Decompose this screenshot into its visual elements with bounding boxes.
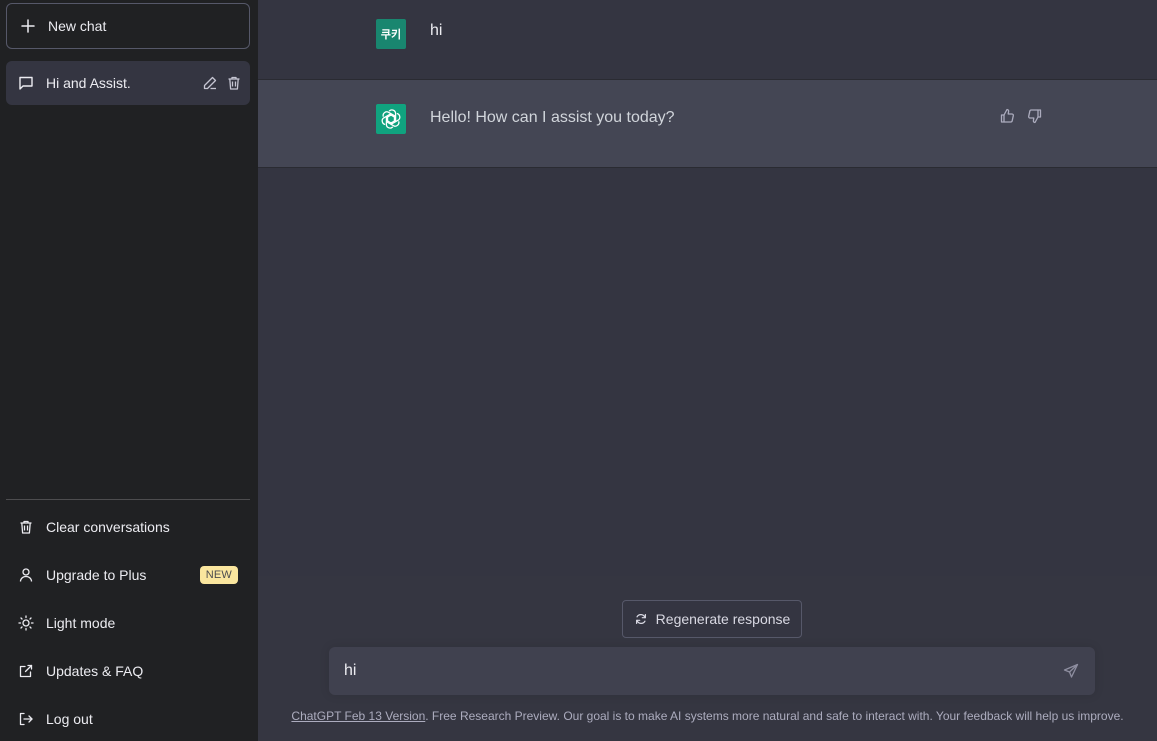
- clear-conversations-label: Clear conversations: [46, 519, 170, 535]
- refresh-icon: [635, 614, 646, 624]
- conversation-item[interactable]: Hi and Assist.: [6, 61, 250, 105]
- thumbs-up-icon[interactable]: [999, 108, 1015, 124]
- footer-disclaimer: ChatGPT Feb 13 Version. Free Research Pr…: [258, 709, 1157, 723]
- user-message-text: hi: [430, 22, 443, 39]
- logout-icon: [19, 712, 33, 726]
- regenerate-response-button[interactable]: Regenerate response: [622, 600, 802, 638]
- footer-text: . Free Research Preview. Our goal is to …: [425, 709, 1124, 723]
- clear-conversations-button[interactable]: Clear conversations: [6, 505, 250, 549]
- sidebar: New chat Hi and Assist. Clear conversati…: [0, 0, 258, 741]
- message-input[interactable]: [344, 660, 1044, 682]
- sun-icon: [18, 615, 34, 631]
- new-badge: NEW: [199, 566, 238, 584]
- new-chat-button[interactable]: New chat: [6, 3, 250, 49]
- regenerate-label: Regenerate response: [655, 611, 791, 627]
- light-mode-button[interactable]: Light mode: [6, 601, 250, 645]
- version-link[interactable]: ChatGPT Feb 13 Version: [291, 709, 425, 723]
- conversation-title: Hi and Assist.: [46, 75, 131, 91]
- user-message-row: 쿠키 hi: [258, 0, 1157, 80]
- send-icon[interactable]: [1063, 663, 1079, 679]
- log-out-label: Log out: [46, 711, 93, 727]
- plus-icon: [21, 19, 35, 33]
- log-out-button[interactable]: Log out: [6, 697, 250, 741]
- chat-main: 쿠키 hi Hello! How can I assist you today?: [258, 0, 1157, 741]
- user-icon: [19, 568, 33, 582]
- updates-faq-label: Updates & FAQ: [46, 663, 144, 679]
- app-window: New chat Hi and Assist. Clear conversati…: [0, 0, 1157, 741]
- upgrade-to-plus-button[interactable]: Upgrade to Plus NEW: [6, 553, 250, 597]
- sidebar-divider: [6, 499, 250, 500]
- trash-icon: [20, 520, 32, 534]
- new-chat-label: New chat: [48, 18, 107, 34]
- thumbs-down-icon[interactable]: [1027, 108, 1043, 124]
- assistant-message-text: Hello! How can I assist you today?: [430, 109, 675, 126]
- updates-faq-link[interactable]: Updates & FAQ: [6, 649, 250, 693]
- chat-bubble-icon: [19, 76, 33, 90]
- message-input-box: [329, 647, 1095, 695]
- trash-icon[interactable]: [226, 75, 242, 91]
- light-mode-label: Light mode: [46, 615, 116, 631]
- openai-logo-icon: [376, 104, 406, 134]
- external-link-icon: [19, 664, 33, 678]
- user-avatar: 쿠키: [376, 19, 406, 49]
- assistant-message-row: Hello! How can I assist you today?: [258, 80, 1157, 168]
- pencil-icon[interactable]: [202, 75, 218, 91]
- upgrade-label: Upgrade to Plus: [46, 567, 147, 583]
